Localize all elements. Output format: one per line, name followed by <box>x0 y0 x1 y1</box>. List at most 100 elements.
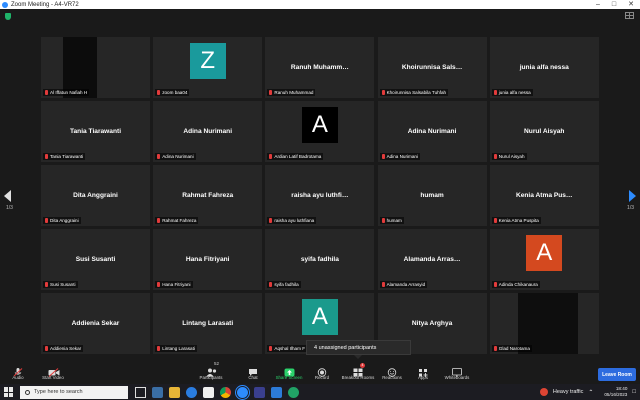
participant-tile[interactable]: Addienia Sekar Addienia Sekar <box>41 293 150 354</box>
participant-name-label: Adina Nurimani <box>386 154 418 159</box>
participant-name-label: Tania Tiarawanti <box>50 154 84 159</box>
share-screen-icon <box>284 364 295 377</box>
muted-mic-icon <box>381 90 385 95</box>
muted-mic-icon <box>45 90 48 95</box>
record-button[interactable]: Record <box>302 364 342 380</box>
muted-mic-icon <box>269 218 273 223</box>
chrome-browser-icon[interactable] <box>220 386 231 398</box>
participant-tile[interactable]: A Adinda Chikanaura <box>489 229 599 290</box>
previous-page-arrow-icon[interactable] <box>4 190 11 202</box>
muted-mic-icon <box>157 218 161 223</box>
muted-mic-icon <box>381 218 385 223</box>
store-icon[interactable] <box>203 386 214 398</box>
whiteboards-button[interactable]: Whiteboards <box>437 364 477 380</box>
breakout-rooms-icon: 4 <box>353 363 365 377</box>
participant-tile[interactable]: Rahmat Fahreza Rahmat Fahreza <box>153 165 263 226</box>
page-indicator-left: 1/3 <box>6 205 13 211</box>
participant-display-name: Alamanda Arras… <box>403 255 461 263</box>
security-shield-icon[interactable] <box>5 13 11 20</box>
participant-tile[interactable]: syifa fadhila syifa fadhila <box>265 229 375 290</box>
participant-tile[interactable]: Adina Nurimani Adina Nurimani <box>377 101 487 162</box>
participant-tile[interactable]: Hana Fitriyani Hana Fitriyani <box>153 229 263 290</box>
muted-mic-icon <box>45 282 48 287</box>
meet-now-icon[interactable] <box>152 386 163 398</box>
participant-tile[interactable]: Khoirunnisa Sals… Khoirunnisa Salsabila T… <box>377 37 487 98</box>
muted-mic-icon <box>157 90 161 95</box>
participant-avatar: A <box>526 235 563 271</box>
participants-count: 52 <box>214 361 220 366</box>
search-icon <box>25 389 30 395</box>
participant-tile[interactable]: Tania Tiarawanti Tania Tiarawanti <box>41 101 150 162</box>
participant-name-label: Aqshal Ilham F <box>274 346 306 351</box>
notification-icon[interactable]: □ <box>632 389 636 395</box>
participant-tile[interactable]: Zzoom baa04 <box>153 37 263 98</box>
muted-mic-icon <box>493 282 497 287</box>
smiley-face-icon <box>387 364 397 377</box>
gallery-view-icon[interactable] <box>625 12 634 19</box>
participant-label: Hana Fitriyani <box>155 281 193 288</box>
minimize-icon[interactable]: – <box>596 0 600 9</box>
participant-label: Lintang Larasati <box>155 345 197 352</box>
chat-bubble-icon <box>248 364 258 376</box>
taskbar-clock[interactable]: 18:40 05/16/2023 <box>604 386 627 398</box>
participants-button[interactable]: 52 Participants <box>191 361 231 380</box>
participant-name-label: Rahmat Fahreza <box>162 218 197 223</box>
participant-tile[interactable]: junia alfa nessa junia alfa nessa <box>489 37 599 98</box>
weather-text[interactable]: Heavy traffic <box>553 389 583 395</box>
participant-name-label: zoom baa04 <box>162 90 188 95</box>
participant-tile[interactable]: raisha ayu luthfi… raisha ayu luthfiana <box>265 165 375 226</box>
chevron-up-icon[interactable]: ⌃ <box>588 389 593 396</box>
participant-name-label: humam <box>386 218 402 223</box>
zoom-app-icon[interactable] <box>235 384 250 400</box>
participant-name-label: Adina Nurimani <box>162 154 194 159</box>
participant-tile[interactable]: humam humam <box>377 165 487 226</box>
file-explorer-icon[interactable] <box>169 386 180 398</box>
participant-label: Al Iffatun Nafiah H <box>43 89 90 96</box>
muted-mic-icon <box>269 90 273 95</box>
outlook-icon[interactable] <box>271 386 282 398</box>
muted-mic-icon <box>45 218 48 223</box>
participant-label: raisha ayu luthfiana <box>267 217 317 224</box>
participant-tile[interactable]: Nurul Aisyah Nurul Aisyah <box>489 101 599 162</box>
windows-taskbar: Type here to search Heavy traffic ⌃ 18:4… <box>0 384 640 400</box>
muted-mic-icon <box>493 154 497 159</box>
participant-gallery: Al Iffatun Nafiah H Zzoom baa04 Ranuh Muha… <box>41 37 599 357</box>
whiteboard-icon <box>452 364 462 377</box>
participant-tile[interactable]: Dita Anggraini Dita Anggraini <box>41 165 150 226</box>
participant-tile[interactable]: Lintang Larasati Lintang Larasati <box>153 293 263 354</box>
participant-tile[interactable]: Kenia Atma Pus… Kenia Atma Puspita <box>489 165 599 226</box>
participant-label: syifa fadhila <box>267 281 301 288</box>
participant-tile[interactable]: Ranuh Muhamm… Ranuh Muhammad <box>265 37 375 98</box>
start-video-button[interactable]: Start Video <box>33 364 73 380</box>
participant-name-label: Ardian Latif Badrotama <box>274 154 322 159</box>
participant-name-label: Alamanda Arrasyid <box>386 282 426 287</box>
leave-room-button[interactable]: Leave Room <box>598 368 636 381</box>
participant-tile[interactable]: Susi Susanti Susi Susanti <box>41 229 150 290</box>
participant-display-name: Khoirunnisa Sals… <box>401 63 463 71</box>
participant-name-label: syifa fadhila <box>274 282 299 287</box>
task-view-icon[interactable] <box>135 386 146 398</box>
participant-label: Nurul Aisyah <box>491 153 527 160</box>
muted-mic-icon <box>381 282 385 287</box>
next-page-arrow-icon[interactable] <box>629 190 636 202</box>
windows-start-icon[interactable] <box>4 387 14 397</box>
participant-avatar: Z <box>189 43 226 79</box>
taskbar-search-box[interactable]: Type here to search <box>20 385 128 399</box>
close-icon[interactable]: ✕ <box>628 0 634 9</box>
participant-name-label: Glad Narotama <box>498 346 530 351</box>
app-icon[interactable] <box>288 386 299 398</box>
participant-tile[interactable]: Glad Narotama <box>489 293 599 354</box>
participant-tile[interactable]: Alamanda Arras… Alamanda Arrasyid <box>377 229 487 290</box>
traffic-icon <box>539 388 548 396</box>
chat-button[interactable]: Chat <box>233 364 273 380</box>
maximize-icon[interactable]: □ <box>612 0 616 9</box>
participant-tile[interactable]: Al Iffatun Nafiah H <box>41 37 150 98</box>
participant-name-label: Al Iffatun Nafiah H <box>50 90 88 95</box>
participant-tile[interactable]: Adina Nurimani Adina Nurimani <box>153 101 263 162</box>
taskbar-apps <box>135 384 299 400</box>
muted-mic-icon <box>157 282 161 287</box>
edge-browser-icon[interactable] <box>186 386 197 398</box>
app-icon[interactable] <box>254 386 265 398</box>
unassigned-participants-popup[interactable]: 4 unassigned participants <box>306 340 411 359</box>
participant-tile[interactable]: A Ardian Latif Badrotama <box>265 101 375 162</box>
